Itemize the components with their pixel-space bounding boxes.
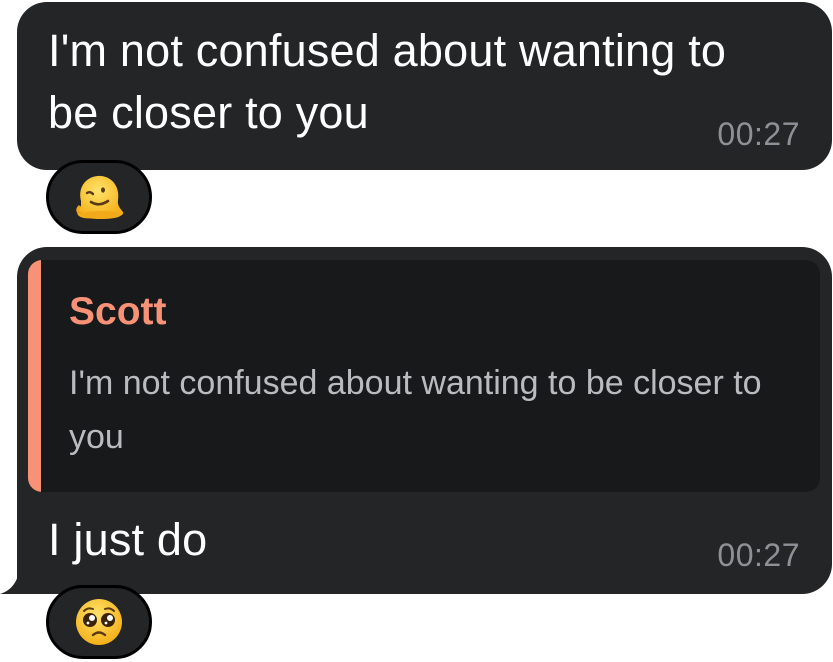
pleading-face-emoji-icon [76,599,122,645]
reply-accent-bar [28,260,41,492]
reply-quoted-text: I'm not confused about wanting to be clo… [69,364,762,456]
message-timestamp: 00:27 [717,537,800,573]
reply-author: Scott [69,290,167,333]
message-timestamp: 00:27 [717,116,800,152]
reaction-badge[interactable] [46,160,152,234]
message-text: I just do [48,514,208,565]
reply-preview[interactable]: Scott I'm not confused about wanting to … [28,260,820,492]
message-bubble[interactable]: Scott I'm not confused about wanting to … [17,247,832,594]
reaction-badge[interactable] [46,585,152,659]
message-bubble[interactable]: I'm not confused about wanting to be clo… [17,2,832,170]
melting-face-emoji-icon [76,175,124,219]
message-text: I'm not confused about wanting to be clo… [48,25,727,138]
